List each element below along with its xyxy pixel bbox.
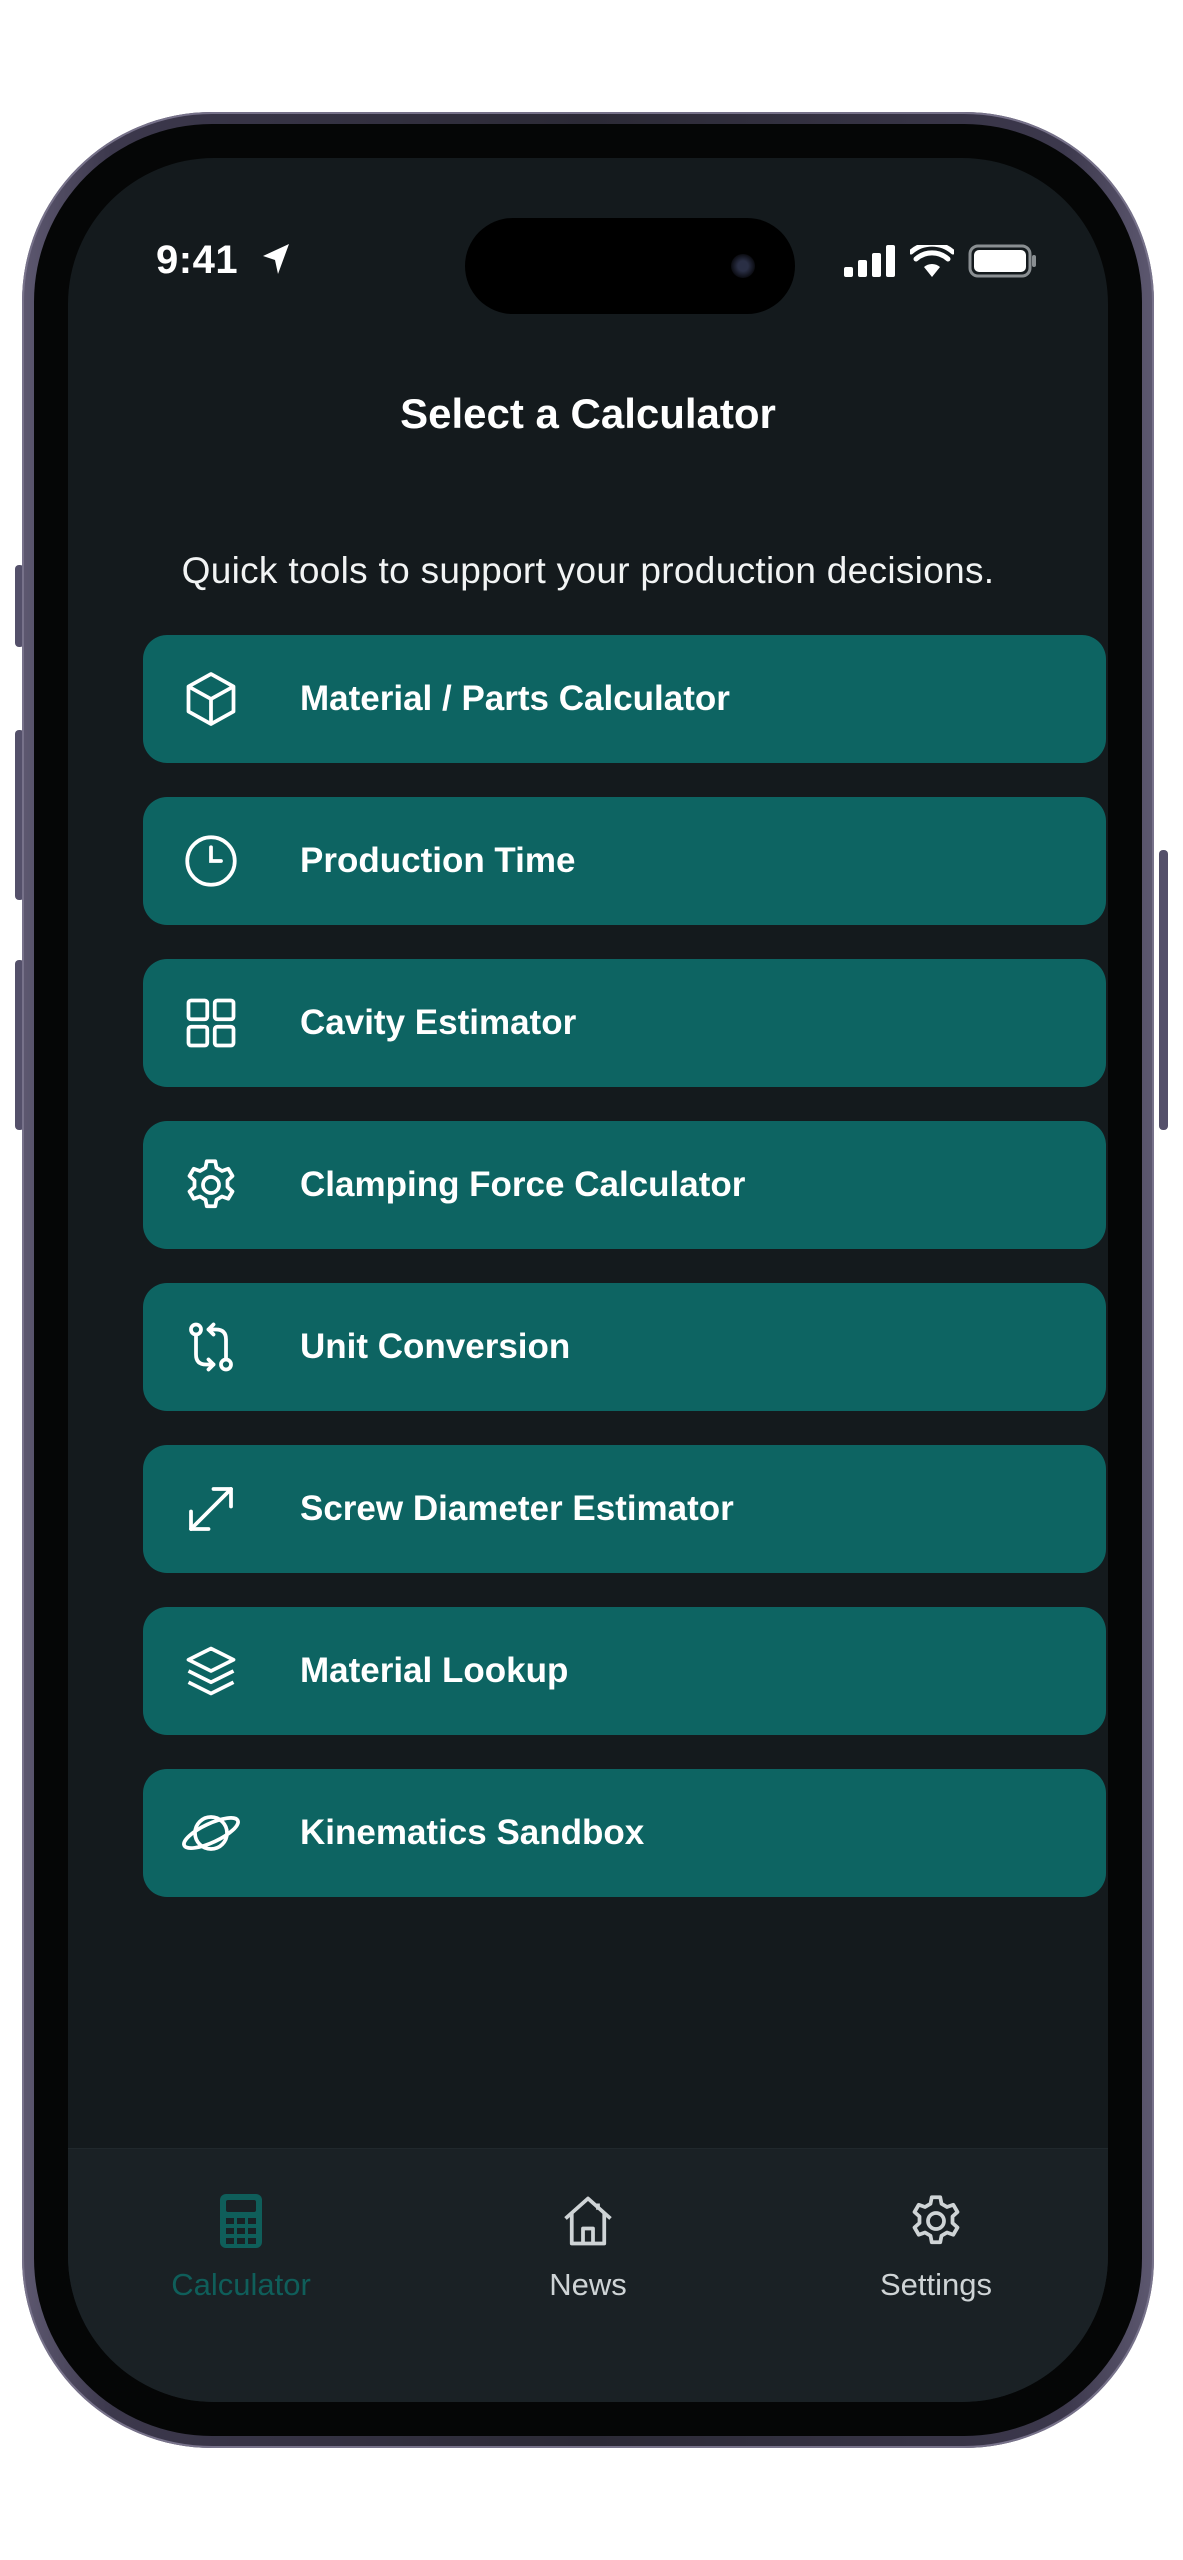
expand-diagonal-icon [171, 1479, 251, 1539]
battery-icon [968, 244, 1036, 278]
status-indicators [844, 244, 1038, 278]
layers-icon [171, 1641, 251, 1701]
menu-item-cavity-estimator[interactable]: Cavity Estimator [143, 959, 1106, 1087]
gear-icon [171, 1155, 251, 1215]
menu-item-kinematics-sandbox[interactable]: Kinematics Sandbox [143, 1769, 1106, 1897]
menu-item-clamping-force-calculator[interactable]: Clamping Force Calculator [143, 1121, 1106, 1249]
tab-settings[interactable]: Settings [826, 2189, 1046, 2303]
dynamic-island [465, 218, 795, 314]
tab-label: Settings [879, 2267, 992, 2302]
clock-icon [171, 831, 251, 891]
page-subtitle: Quick tools to support your production d… [181, 550, 995, 591]
menu-item-label: Clamping Force Calculator [300, 1165, 746, 1204]
grid-icon [171, 993, 251, 1053]
power-button [1159, 850, 1168, 1130]
menu-item-label: Unit Conversion [300, 1327, 571, 1366]
cube-icon [171, 669, 251, 729]
wifi-icon [910, 245, 954, 277]
front-camera [731, 254, 755, 278]
location-arrow-icon [263, 244, 289, 274]
calculator-menu: Material / Parts Calculator Production T… [143, 635, 1106, 1931]
cellular-signal-icon [844, 245, 895, 277]
status-time: 9:41 [156, 238, 239, 282]
menu-item-label: Material Lookup [300, 1651, 569, 1690]
swap-arrows-icon [171, 1317, 251, 1377]
tab-label: News [549, 2267, 627, 2302]
phone-frame: 9:41 Select a Calculator Quick tools to … [22, 112, 1154, 2448]
home-icon [478, 2189, 698, 2253]
menu-item-label: Production Time [300, 841, 576, 880]
app-screen: 9:41 Select a Calculator Quick tools to … [68, 158, 1108, 2402]
tab-label: Calculator [171, 2267, 311, 2302]
menu-item-material-parts-calculator[interactable]: Material / Parts Calculator [143, 635, 1106, 763]
menu-item-label: Cavity Estimator [300, 1003, 577, 1042]
tab-bar: Calculator News Settings [68, 2148, 1108, 2402]
planet-icon [171, 1803, 251, 1863]
menu-item-material-lookup[interactable]: Material Lookup [143, 1607, 1106, 1735]
menu-item-production-time[interactable]: Production Time [143, 797, 1106, 925]
menu-item-unit-conversion[interactable]: Unit Conversion [143, 1283, 1106, 1411]
calculator-icon [131, 2189, 351, 2253]
menu-item-label: Material / Parts Calculator [300, 679, 730, 718]
gear-icon [826, 2189, 1046, 2253]
status-bar: 9:41 [68, 158, 1108, 314]
menu-item-label: Kinematics Sandbox [300, 1813, 645, 1852]
menu-item-screw-diameter-estimator[interactable]: Screw Diameter Estimator [143, 1445, 1106, 1573]
tab-calculator[interactable]: Calculator [131, 2189, 351, 2303]
tab-news[interactable]: News [478, 2189, 698, 2303]
menu-item-label: Screw Diameter Estimator [300, 1489, 734, 1528]
page-title: Select a Calculator [400, 390, 776, 437]
phone-bezel: 9:41 Select a Calculator Quick tools to … [34, 124, 1142, 2436]
